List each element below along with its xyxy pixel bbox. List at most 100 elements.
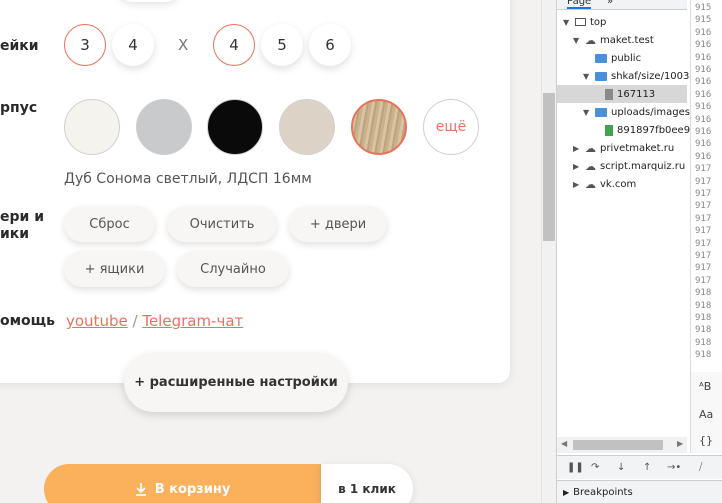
add-drawers-button[interactable]: + ящики bbox=[64, 251, 165, 287]
tree-item-vk[interactable]: ▶ ☁ vk.com bbox=[573, 175, 636, 193]
line-number: 917 bbox=[695, 275, 712, 286]
swatch-black[interactable] bbox=[207, 99, 263, 155]
tree-item-shkaf[interactable]: ▼ shkaf/size/10034 bbox=[583, 67, 696, 85]
reset-button[interactable]: Сброс bbox=[64, 206, 155, 242]
links-separator: / bbox=[132, 312, 138, 330]
cols-option-4[interactable]: 4 bbox=[213, 24, 255, 66]
cols-option-5[interactable]: 5 bbox=[261, 24, 303, 66]
breakpoints-section[interactable]: ▶ Breakpoints bbox=[557, 480, 722, 503]
tree-label: public bbox=[611, 52, 642, 64]
tab-more[interactable]: » bbox=[607, 0, 613, 7]
line-number: 918 bbox=[695, 313, 712, 323]
line-number: 917 bbox=[695, 213, 712, 224]
font-size-icon[interactable]: Aa bbox=[699, 408, 713, 421]
one-click-button[interactable]: в 1 клик bbox=[321, 464, 413, 503]
devtools-tabs: Page » bbox=[557, 0, 687, 10]
collapse-arrow-icon: ▶ bbox=[573, 143, 580, 153]
clear-button[interactable]: Очистить bbox=[167, 206, 277, 242]
line-number: 916 bbox=[695, 27, 712, 38]
line-number: 916 bbox=[695, 102, 712, 113]
tree-label: script.marquiz.ru bbox=[600, 160, 686, 172]
swatch-beige[interactable] bbox=[279, 99, 335, 155]
pretty-print-icon[interactable]: {} bbox=[699, 434, 713, 447]
source-side-tools: ᴬB Aa {} bbox=[690, 372, 722, 453]
line-number: 916 bbox=[695, 40, 712, 51]
line-number: 916 bbox=[695, 114, 712, 125]
line-number: 918 bbox=[695, 325, 712, 336]
advanced-settings-button[interactable]: + расширенные настройки bbox=[124, 353, 348, 412]
tree-hscrollbar[interactable]: ◀ ▶ bbox=[557, 437, 687, 453]
swatch-white[interactable] bbox=[64, 99, 120, 155]
line-number: 916 bbox=[695, 77, 712, 88]
tree-item-marquiz[interactable]: ▶ ☁ script.marquiz.ru bbox=[573, 157, 685, 175]
scroll-right-icon[interactable]: ▶ bbox=[677, 439, 683, 448]
folder-icon bbox=[595, 107, 607, 117]
add-doors-button[interactable]: + двери bbox=[289, 206, 387, 242]
rows-option-4[interactable]: 4 bbox=[112, 24, 154, 66]
line-number: 916 bbox=[695, 151, 712, 162]
more-swatches-button[interactable]: ещё bbox=[423, 99, 479, 155]
folder-icon bbox=[595, 71, 607, 81]
file-icon bbox=[605, 88, 613, 100]
doors-label-line2: ики bbox=[0, 226, 30, 242]
expand-arrow-icon: ▶ bbox=[563, 487, 570, 497]
rows-option-3[interactable]: 3 bbox=[64, 24, 106, 66]
line-number: 917 bbox=[695, 238, 712, 249]
step-into-icon[interactable]: ↓ bbox=[617, 462, 625, 473]
tree-item-image[interactable]: 891897fb0ee9 bbox=[605, 121, 690, 139]
line-number: 917 bbox=[695, 251, 712, 261]
page-scrollbar-thumb[interactable] bbox=[543, 93, 555, 241]
tree-hscrollbar-thumb[interactable] bbox=[573, 440, 663, 450]
line-number: 915 bbox=[695, 15, 712, 26]
format-icon[interactable]: ᴬB bbox=[699, 380, 711, 393]
folder-icon bbox=[595, 53, 607, 63]
tree-item-public[interactable]: public bbox=[583, 49, 641, 67]
tree-label: privetmaket.ru bbox=[600, 142, 675, 154]
step-over-icon[interactable]: ↷ bbox=[591, 462, 599, 473]
cloud-icon: ☁ bbox=[585, 33, 596, 47]
line-number: 917 bbox=[695, 263, 712, 274]
tree-item-167113[interactable]: 167113 bbox=[557, 85, 687, 103]
telegram-link[interactable]: Telegram-чат bbox=[142, 312, 243, 330]
tree-label: vk.com bbox=[600, 178, 637, 190]
image-file-icon bbox=[605, 124, 613, 136]
step-out-icon[interactable]: ↑ bbox=[643, 462, 651, 473]
random-button[interactable]: Случайно bbox=[177, 251, 289, 287]
body-label: рпус bbox=[0, 100, 38, 116]
tree-item-maket-test[interactable]: ▼ ☁ maket.test bbox=[573, 31, 654, 49]
top-tab[interactable] bbox=[117, 0, 181, 2]
line-number: 915 bbox=[695, 3, 712, 13]
tree-item-privetmaket[interactable]: ▶ ☁ privetmaket.ru bbox=[573, 139, 674, 157]
help-label: омощь bbox=[0, 313, 56, 329]
swatch-grey[interactable] bbox=[136, 99, 192, 155]
deactivate-breakpoints-icon[interactable]: ⧸ bbox=[699, 462, 702, 473]
pause-icon[interactable]: ❚❚ bbox=[567, 462, 584, 473]
tab-page[interactable]: Page bbox=[567, 0, 592, 9]
collapse-arrow-icon: ▶ bbox=[573, 179, 580, 189]
scroll-left-icon[interactable]: ◀ bbox=[561, 439, 567, 448]
tree-label: uploads/images/ bbox=[611, 106, 694, 118]
cart-label: В корзину bbox=[154, 481, 231, 497]
page-scrollbar[interactable] bbox=[541, 0, 556, 503]
size-separator: X bbox=[178, 36, 189, 54]
breakpoints-label: Breakpoints bbox=[573, 486, 633, 498]
line-number: 918 bbox=[695, 350, 712, 361]
line-number: 917 bbox=[695, 226, 712, 237]
tree-label: 167113 bbox=[617, 88, 656, 100]
youtube-link[interactable]: youtube bbox=[66, 312, 128, 330]
line-number: 918 bbox=[695, 288, 712, 299]
tree-label: shkaf/size/10034 bbox=[611, 70, 696, 82]
tree-item-uploads[interactable]: ▼ uploads/images/ bbox=[583, 103, 693, 121]
cloud-icon: ☁ bbox=[585, 159, 596, 173]
tree-label: 891897fb0ee9 bbox=[617, 124, 691, 136]
step-icon[interactable]: →• bbox=[667, 462, 681, 473]
line-number: 916 bbox=[695, 127, 712, 137]
cols-option-6[interactable]: 6 bbox=[309, 24, 351, 66]
cloud-icon: ☁ bbox=[585, 177, 596, 191]
line-number: 916 bbox=[695, 89, 712, 100]
swatch-oak-sonoma[interactable] bbox=[351, 99, 407, 155]
tree-item-top[interactable]: ▼ top bbox=[563, 13, 606, 31]
expand-arrow-icon: ▼ bbox=[573, 35, 580, 45]
line-number: 916 bbox=[695, 52, 712, 63]
add-to-cart-button[interactable]: В корзину bbox=[44, 464, 321, 503]
